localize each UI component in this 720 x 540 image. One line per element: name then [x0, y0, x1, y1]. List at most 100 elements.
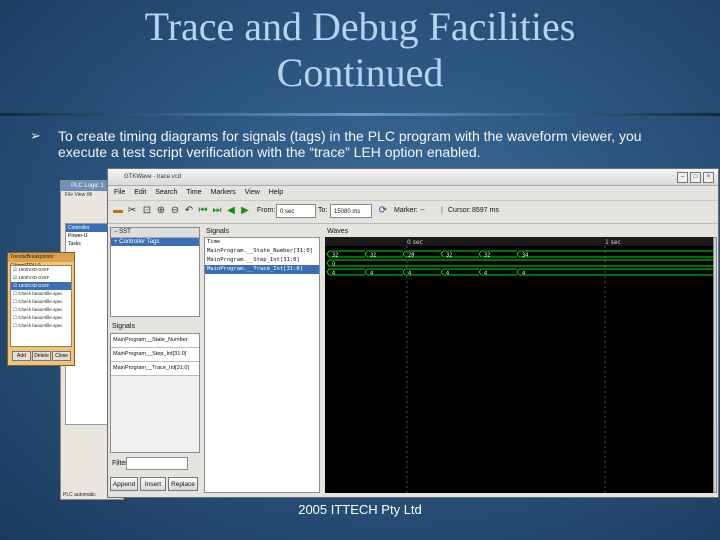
trends-list[interactable]: ☑ 1900V3D-03SF ☑ 1900V3D-03SF ☑ 1900V3D-…	[10, 265, 72, 347]
sst-label: SST	[119, 229, 131, 235]
waves-pane[interactable]: 0 sec 1 sec 32 32 28 32 32 34 0 4 4 4 4 4 4	[325, 237, 713, 493]
list-item[interactable]: ☑ 1900V3D-03SF	[11, 266, 71, 274]
signal-row-trace[interactable]: MainProgram.__Trace_Int[31:0]	[205, 265, 319, 274]
signal-names-pane[interactable]: Time MainProgram.__State_Number[31:0] Ma…	[204, 237, 320, 493]
minimize-icon[interactable]: –	[677, 172, 688, 183]
from-time-input[interactable]: 0 sec	[276, 204, 316, 218]
marker-value: --	[420, 207, 425, 214]
filter-input[interactable]	[126, 457, 188, 470]
wave-transition	[516, 250, 520, 258]
to-time-input[interactable]: 15080 ms	[330, 204, 372, 218]
list-item[interactable]: ☑ 1900V3D-03SF	[11, 282, 71, 290]
time-mark-label: 0 sec	[407, 239, 423, 246]
marker-label: Marker:	[394, 207, 418, 214]
gtkwave-toolbar: ▬ ✂ ⊡ ⊕ ⊖ ↶ ⏮ ⏭ ◀ ▶ From: 0 sec To: 1508…	[108, 201, 718, 224]
waveform-canvas[interactable]: 0 sec 1 sec 32 32 28 32 32 34 0 4 4 4 4 4 4	[325, 237, 713, 493]
trends-dialog-title: Trends/Breakpoints: C:\tmp\TDU.0	[8, 253, 74, 269]
wave-value-label: 4	[522, 271, 525, 277]
wave-value-label: 34	[522, 253, 528, 259]
replace-button[interactable]: Replace	[168, 477, 198, 491]
bullet-text: To create timing diagrams for signals (t…	[58, 128, 642, 160]
menu-file[interactable]: File	[114, 189, 125, 196]
plc-status-text: PLC automatic	[63, 492, 96, 498]
wave-value-label: 32	[332, 253, 338, 259]
from-label: From:	[257, 207, 276, 214]
wave-transition	[478, 268, 482, 276]
title-divider	[0, 113, 720, 116]
arrow-left-icon[interactable]: ◀	[225, 205, 237, 217]
menu-time[interactable]: Time	[186, 189, 201, 196]
sst-tree-label: Controller Tags	[119, 239, 160, 245]
gtkwave-titlebar[interactable]: GTKWave - trace.vcd – □ ×	[108, 169, 718, 186]
list-item[interactable]: ☑ 1900V3D-03SF	[11, 274, 71, 282]
wave-value-label: 4	[370, 271, 373, 277]
maximize-icon[interactable]: □	[690, 172, 701, 183]
wave-value-label: 4	[332, 271, 335, 277]
wave-traces: 32 32 28 32 32 34 0 4 4 4 4 4 4	[326, 250, 713, 277]
menu-view[interactable]: View	[245, 189, 260, 196]
lower-signals-list[interactable]: MainProgram__State_Number MainProgram__S…	[110, 333, 200, 453]
zoom-undo-icon[interactable]: ↶	[183, 205, 195, 217]
wave-transition	[440, 250, 444, 258]
vertical-scrollbar[interactable]	[713, 237, 717, 493]
wave-transition	[478, 250, 482, 258]
go-end-icon[interactable]: ⏭	[211, 205, 223, 217]
sst-tree-item[interactable]: + Controller Tags	[111, 238, 199, 246]
gtkwave-title: GTKWave - trace.vcd	[124, 174, 182, 180]
wave-transition	[440, 268, 444, 276]
menu-help[interactable]: Help	[269, 189, 283, 196]
wave-value-label: 32	[484, 253, 490, 259]
list-item[interactable]: ☐ Check beaumfile.spec	[11, 314, 71, 322]
list-item[interactable]: ☐ Check beaumfile.spec	[11, 322, 71, 330]
reload-icon[interactable]: ⟳	[377, 205, 389, 217]
toolbar-separator: |	[441, 207, 443, 214]
list-item[interactable]: ☐ Check beaumfile.spec	[11, 306, 71, 314]
zoom-out-icon[interactable]: ⊖	[169, 205, 181, 217]
trash-icon[interactable]: ▬	[112, 205, 124, 217]
lower-signals-label: Signals	[112, 323, 135, 330]
zoom-fit-icon[interactable]: ⊡	[141, 205, 153, 217]
close-icon[interactable]: ×	[703, 172, 714, 183]
slide-title-line2: Continued	[276, 50, 444, 95]
append-button[interactable]: Append	[110, 477, 138, 491]
sst-header: − SST	[111, 228, 199, 238]
wave-transition	[364, 268, 368, 276]
time-mark-label: 1 sec	[605, 239, 621, 246]
to-label: To:	[318, 207, 328, 214]
list-item[interactable]: MainProgram__Trace_Int[31:0]	[111, 362, 199, 376]
signal-row-state[interactable]: MainProgram.__State_Number[31:0]	[205, 247, 319, 256]
list-item[interactable]: MainProgram__State_Number	[111, 334, 199, 348]
wave-value-label: 4	[408, 271, 411, 277]
wave-transition	[516, 268, 520, 276]
signals-label: Signals	[206, 228, 229, 235]
menu-markers[interactable]: Markers	[211, 189, 236, 196]
add-button[interactable]: Add	[12, 351, 31, 361]
gtkwave-window[interactable]: GTKWave - trace.vcd – □ × File Edit Sear…	[107, 168, 719, 498]
list-item[interactable]: ☐ Check beaumfile.spec	[11, 298, 71, 306]
wave-transition	[326, 259, 330, 267]
insert-button[interactable]: Insert	[140, 477, 166, 491]
trends-breakpoints-dialog[interactable]: Trends/Breakpoints: C:\tmp\TDU.0 ☑ 1900V…	[7, 252, 75, 366]
menu-edit[interactable]: Edit	[134, 189, 146, 196]
wave-value-label: 32	[370, 253, 376, 259]
signal-row-step[interactable]: MainProgram.__Step_Int[31:0]	[205, 256, 319, 265]
wave-transition	[402, 250, 406, 258]
list-item[interactable]: MainProgram__Step_Int[31:0]	[111, 348, 199, 362]
wave-transition	[402, 268, 406, 276]
gtkwave-menubar: File Edit Search Time Markers View Help	[108, 186, 718, 201]
wave-value-label: 4	[484, 271, 487, 277]
zoom-in-icon[interactable]: ⊕	[155, 205, 167, 217]
time-header: Time	[207, 239, 221, 245]
footer-copyright: 2005 ITTECH Pty Ltd	[298, 502, 422, 517]
wave-value-label: 32	[446, 253, 452, 259]
delete-button[interactable]: Delete	[32, 351, 51, 361]
menu-search[interactable]: Search	[155, 189, 177, 196]
cut-icon[interactable]: ✂	[126, 205, 138, 217]
arrow-bullet-icon: ➢	[30, 128, 41, 143]
sst-pane[interactable]: − SST + Controller Tags	[110, 227, 200, 317]
go-start-icon[interactable]: ⏮	[197, 205, 209, 217]
arrow-right-icon[interactable]: ▶	[239, 205, 251, 217]
close-button[interactable]: Close	[52, 351, 71, 361]
list-item[interactable]: ☐ Check beaumfile.spec	[11, 290, 71, 298]
slide-title: Trace and Debug Facilities Continued	[0, 4, 720, 96]
